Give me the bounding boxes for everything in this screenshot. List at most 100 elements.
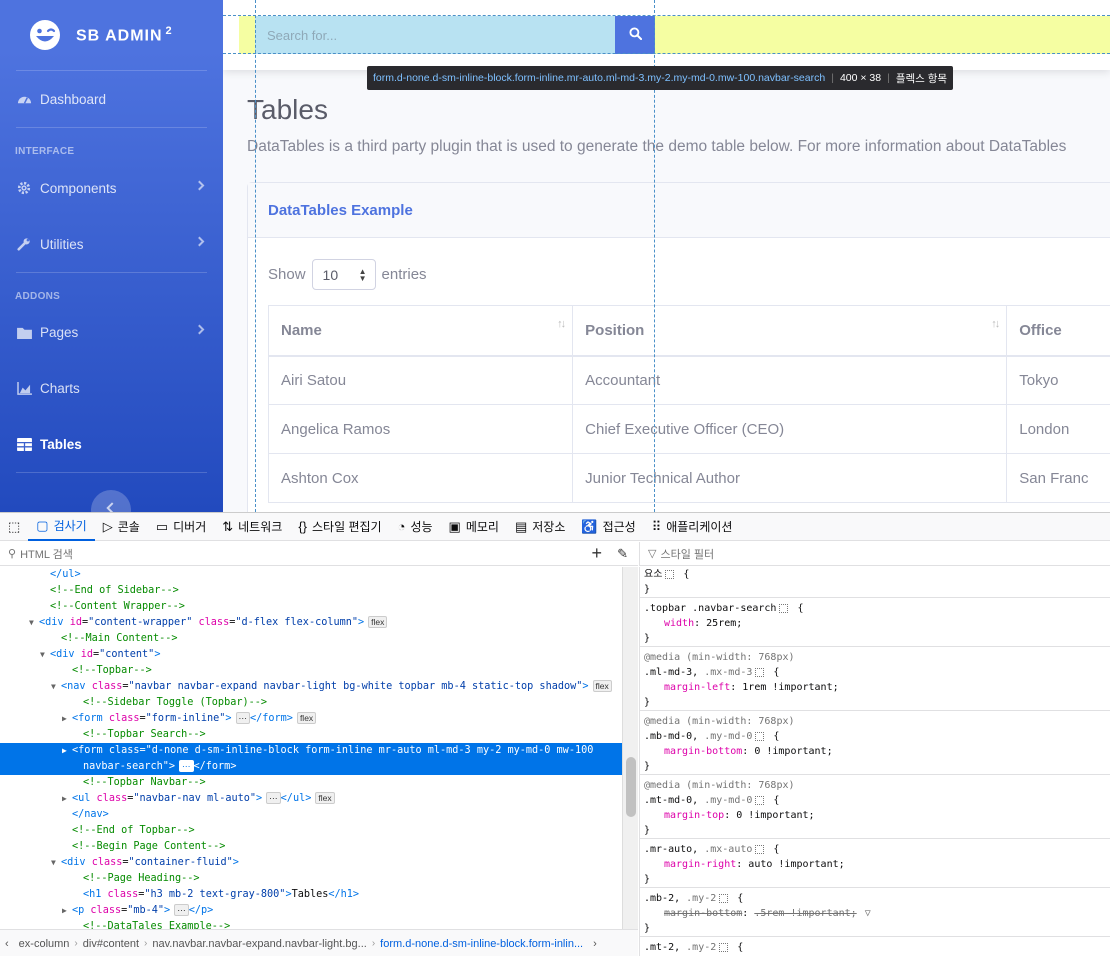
grid-highlight-icon[interactable] — [665, 569, 675, 579]
markup-node[interactable]: <!--Topbar Navbar--> — [0, 775, 622, 791]
search-input[interactable] — [255, 16, 615, 54]
ellipsis-badge[interactable]: ⋯ — [179, 760, 194, 772]
css-declaration[interactable]: margin-bottom: 0 !important; — [644, 744, 1107, 759]
breadcrumb-scroll-right[interactable]: › — [588, 938, 602, 950]
entries-select[interactable]: 10 ▲ ▼ — [311, 259, 376, 290]
column-header-position[interactable]: Position ↑↓ — [572, 305, 1008, 357]
markup-node[interactable]: </ul> — [0, 567, 622, 583]
rule-selector[interactable]: .mr-auto, .mx-auto { — [644, 842, 1107, 857]
rule-selector[interactable]: .mt-md-0, .my-md-0 { — [644, 793, 1107, 808]
element-picker-button[interactable]: ⬚ — [0, 513, 28, 541]
ellipsis-badge[interactable]: ⋯ — [174, 904, 189, 916]
markup-node[interactable]: <!--Content Wrapper--> — [0, 599, 622, 615]
tab-storage[interactable]: ▤ 저장소 — [507, 513, 573, 541]
sidebar-brand[interactable]: SB ADMIN 2 — [0, 0, 223, 70]
markup-node[interactable]: <!--End of Sidebar--> — [0, 583, 622, 599]
rule-selector[interactable]: .mb-2, .my-2 { — [644, 891, 1107, 906]
markup-node[interactable]: <!--Topbar Search--> — [0, 727, 622, 743]
tab-performance[interactable]: ◔ 성능 — [390, 513, 441, 541]
css-declaration[interactable]: margin-bottom: .5rem !important; ▽ — [644, 906, 1107, 921]
expand-toggle-icon[interactable]: ▼ — [51, 855, 61, 871]
style-filter-input[interactable]: 스타일 필터 — [660, 546, 714, 562]
column-header-office[interactable]: Office — [1006, 305, 1110, 357]
markup-node[interactable]: ▼ <nav class="navbar navbar-expand navbar… — [0, 679, 622, 695]
column-header-name[interactable]: Name ↑↓ — [267, 305, 574, 357]
ellipsis-badge[interactable]: ⋯ — [266, 792, 281, 804]
css-declaration[interactable]: margin-top: 0 !important; — [644, 808, 1107, 823]
markup-node[interactable]: <!--Begin Page Content--> — [0, 839, 622, 855]
rule-selector[interactable]: 요소 { — [644, 567, 1107, 582]
expand-toggle-icon[interactable]: ▼ — [51, 679, 61, 695]
markup-node[interactable]: <!--DataTales Example--> — [0, 919, 622, 929]
markup-node[interactable]: ▼ <div class="container-fluid"> — [0, 855, 622, 871]
tab-style-editor[interactable]: {} 스타일 편집기 — [290, 513, 389, 541]
expand-toggle-icon[interactable]: ▶ — [62, 903, 72, 919]
tab-accessibility[interactable]: ♿ 접근성 — [573, 513, 643, 541]
sidebar-toggle-button[interactable] — [91, 490, 131, 512]
grid-highlight-icon[interactable] — [755, 667, 765, 677]
sidebar-item-components[interactable]: Components — [0, 168, 223, 208]
grid-highlight-icon[interactable] — [755, 844, 765, 854]
markup-node[interactable]: <!--Topbar--> — [0, 663, 622, 679]
flex-badge[interactable]: flex — [296, 712, 317, 724]
sidebar-item-pages[interactable]: Pages — [0, 312, 223, 352]
expand-toggle-icon[interactable]: ▼ — [29, 615, 39, 631]
breadcrumb-item[interactable]: ex-column — [14, 938, 75, 950]
markup-node[interactable]: ▼ <div id="content"> — [0, 647, 622, 663]
rule-selector[interactable]: .topbar .navbar-search { — [644, 601, 1107, 616]
eyedropper-icon[interactable]: ✎ — [617, 546, 628, 562]
css-declaration[interactable]: width: 25rem; — [644, 616, 1107, 631]
css-declaration[interactable]: margin-right: auto !important; — [644, 857, 1107, 872]
ellipsis-badge[interactable]: ⋯ — [235, 712, 250, 724]
tab-inspector[interactable]: ▢ 검사기 — [28, 513, 95, 541]
flex-badge[interactable]: flex — [315, 792, 335, 804]
expand-toggle-icon[interactable]: ▶ — [62, 791, 72, 807]
flex-badge[interactable]: flex — [368, 616, 388, 628]
tab-network[interactable]: ⇅ 네트워크 — [214, 513, 290, 541]
sidebar-item-utilities[interactable]: Utilities — [0, 224, 223, 264]
flex-badge[interactable]: flex — [592, 680, 612, 692]
tab-memory[interactable]: ▣ 메모리 — [441, 513, 507, 541]
markup-node[interactable]: ▶ <form class="form-inline"> ⋯ </form> flex — [0, 711, 622, 727]
scrollbar-thumb[interactable] — [626, 757, 636, 817]
markup-node-selected[interactable]: ▶ <form class="d-none d-sm-inline-block f… — [0, 743, 622, 759]
expand-toggle-icon[interactable]: ▶ — [62, 711, 72, 727]
grid-highlight-icon[interactable] — [779, 603, 789, 613]
markup-node-selected[interactable]: navbar-search"> ⋯ </form> — [0, 759, 622, 775]
tab-console[interactable]: ▷ 콘솔 — [95, 513, 148, 541]
expand-toggle-icon[interactable]: ▼ — [40, 647, 50, 663]
sidebar-item-tables[interactable]: Tables — [0, 424, 223, 464]
grid-highlight-icon[interactable] — [719, 942, 729, 952]
add-node-button[interactable]: + — [591, 543, 602, 564]
expand-toggle-icon[interactable]: ▶ — [62, 743, 72, 759]
markup-node[interactable]: ▶ <ul class="navbar-nav ml-auto"> ⋯ </ul> fl… — [0, 791, 622, 807]
sidebar-item-charts[interactable]: Charts — [0, 368, 223, 408]
rule-selector[interactable]: .mt-2, .my-2 { — [644, 940, 1107, 955]
markup-node[interactable]: <!--End of Topbar--> — [0, 823, 622, 839]
markup-node[interactable]: <!--Main Content--> — [0, 631, 622, 647]
search-button[interactable] — [615, 16, 655, 54]
grid-highlight-icon[interactable] — [755, 795, 765, 805]
markup-scrollbar[interactable] — [622, 567, 638, 929]
property-name: width — [664, 618, 695, 629]
markup-node[interactable]: <!--Sidebar Toggle (Topbar)--> — [0, 695, 622, 711]
grid-highlight-icon[interactable] — [755, 731, 765, 741]
markup-node[interactable]: <h1 class="h3 mb-2 text-gray-800">Tables… — [0, 887, 622, 903]
css-declaration[interactable]: margin-left: 1rem !important; — [644, 680, 1107, 695]
markup-node[interactable]: ▼ <div id="content-wrapper" class="d-flex… — [0, 615, 622, 631]
html-search-input[interactable]: HTML 검색 — [20, 546, 73, 562]
filter-funnel-icon[interactable]: ▽ — [865, 906, 871, 921]
sidebar-item-dashboard[interactable]: Dashboard — [0, 79, 223, 119]
markup-node[interactable]: </nav> — [0, 807, 622, 823]
tab-application[interactable]: ⠿ 애플리케이션 — [644, 513, 741, 541]
rule-selector[interactable]: .ml-md-3, .mx-md-3 { — [644, 665, 1107, 680]
markup-node[interactable]: ▶ <p class="mb-4"> ⋯ </p> — [0, 903, 622, 919]
grid-highlight-icon[interactable] — [719, 893, 729, 903]
breadcrumb-scroll-left[interactable]: ‹ — [0, 938, 14, 950]
breadcrumb-item[interactable]: nav.navbar.navbar-expand.navbar-light.bg… — [147, 938, 371, 950]
markup-node[interactable]: <!--Page Heading--> — [0, 871, 622, 887]
breadcrumb-item[interactable]: form.d-none.d-sm-inline-block.form-inlin… — [375, 938, 588, 950]
tab-debugger[interactable]: ▭ 디버거 — [148, 513, 214, 541]
rule-selector[interactable]: .mb-md-0, .my-md-0 { — [644, 729, 1107, 744]
breadcrumb-item[interactable]: div#content — [78, 938, 144, 950]
